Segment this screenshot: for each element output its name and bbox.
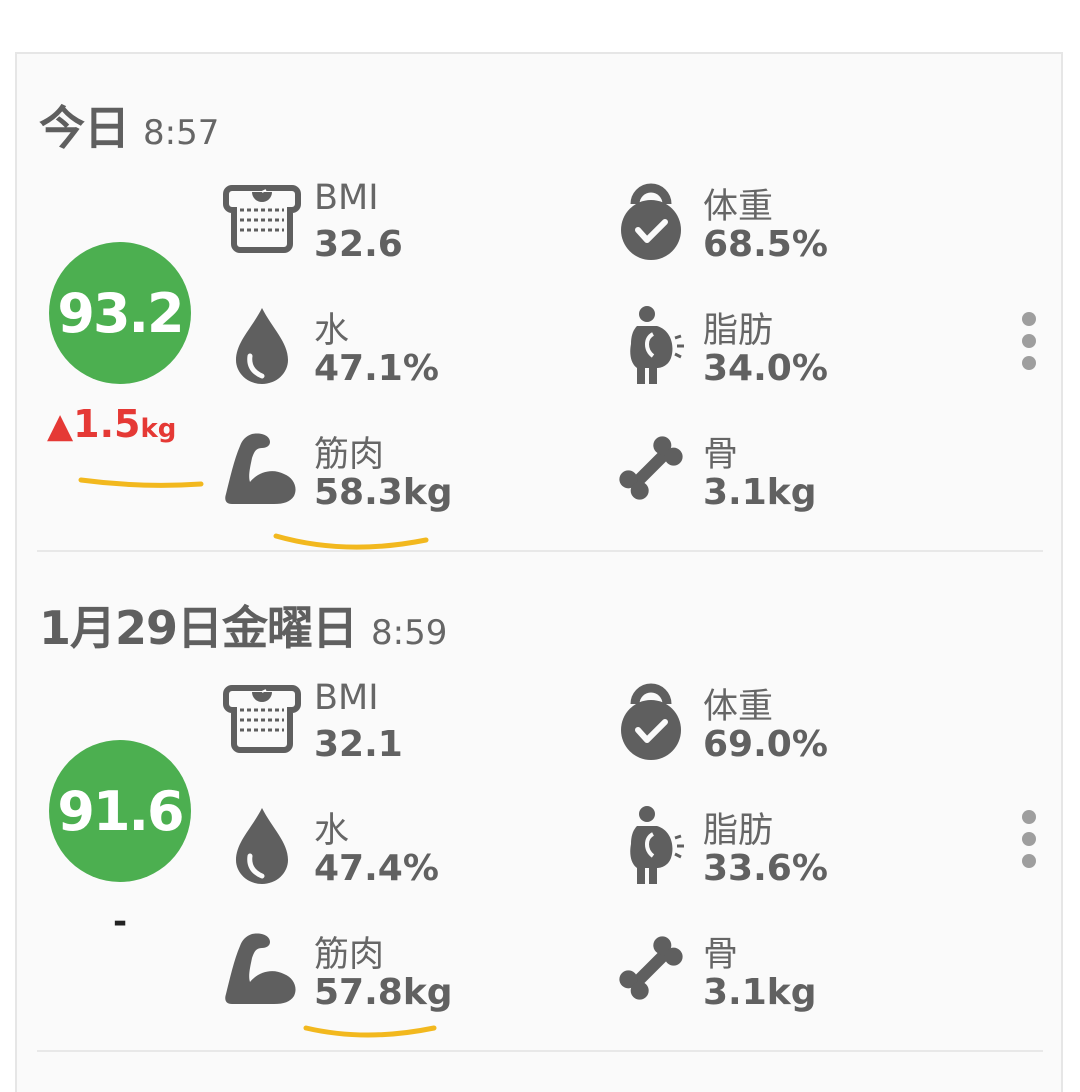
bone-icon [615, 932, 687, 1004]
metric-label: 筋肉 [314, 935, 385, 975]
entry-divider [37, 550, 1043, 552]
highlight-underline [78, 477, 204, 488]
entry-time: 8:57 [143, 113, 220, 153]
scale-icon [222, 680, 302, 760]
highlight-underline [303, 1025, 437, 1038]
metric-value: 47.1% [314, 348, 439, 389]
up-arrow-icon: ▲ [47, 406, 74, 446]
metric-label: 体重 [703, 687, 774, 727]
measurement-entry[interactable]: 1月29日金曜日 8:59 91.6 - BMI 32.1 体重 69.0% 水 … [17, 554, 1061, 1054]
metric-label: 水 [314, 811, 350, 851]
metric-value: 57.8kg [314, 972, 453, 1013]
body-fat-icon [628, 304, 686, 384]
metric-value: 32.6 [314, 224, 403, 265]
water-drop-icon [222, 804, 302, 884]
metric-label: BMI [314, 178, 379, 218]
kettlebell-icon [611, 680, 691, 760]
metric-value: 3.1kg [703, 972, 817, 1013]
metric-value: 58.3kg [314, 472, 453, 513]
water-drop-icon [222, 304, 302, 384]
entry-date: 1月29日金曜日 [39, 601, 358, 655]
measurement-entry[interactable]: 今日 8:57 93.2 ▲1.5kg BMI 32.6 体重 68.5% 水 4… [17, 54, 1061, 554]
metric-value: 68.5% [703, 224, 828, 265]
score-circle: 93.2 [49, 242, 191, 384]
metric-label: 水 [314, 311, 350, 351]
metric-value: 34.0% [703, 348, 828, 389]
weight-change: ▲1.5kg [47, 402, 176, 446]
metric-value: 33.6% [703, 848, 828, 889]
metric-label: 骨 [703, 435, 739, 475]
metric-value: 32.1 [314, 724, 403, 765]
more-options-icon[interactable] [1022, 810, 1038, 876]
entry-time: 8:59 [371, 613, 448, 653]
metric-value: 3.1kg [703, 472, 817, 513]
metric-label: 体重 [703, 187, 774, 227]
entry-date: 今日 [39, 101, 130, 155]
weight-change-value: 1.5 [73, 402, 141, 446]
metric-label: 筋肉 [314, 435, 385, 475]
muscle-arm-icon [225, 433, 296, 504]
entry-header: 1月29日金曜日 8:59 [39, 592, 447, 658]
measurement-history-card: 今日 8:57 93.2 ▲1.5kg BMI 32.6 体重 68.5% 水 4… [15, 52, 1063, 1092]
weight-change-empty: - [113, 902, 128, 942]
score-circle: 91.6 [49, 740, 191, 882]
body-fat-icon [628, 804, 686, 884]
scale-icon [222, 180, 302, 260]
more-options-icon[interactable] [1022, 312, 1038, 378]
bone-icon [615, 432, 687, 504]
metric-label: 脂肪 [703, 811, 774, 851]
metric-label: 骨 [703, 935, 739, 975]
entry-header: 今日 8:57 [39, 92, 219, 158]
metric-label: 脂肪 [703, 311, 774, 351]
entry-divider [37, 1050, 1043, 1052]
weight-change-unit: kg [140, 414, 177, 444]
muscle-arm-icon [225, 933, 296, 1004]
metric-label: BMI [314, 678, 379, 718]
metric-value: 69.0% [703, 724, 828, 765]
kettlebell-icon [611, 180, 691, 260]
metric-value: 47.4% [314, 848, 439, 889]
